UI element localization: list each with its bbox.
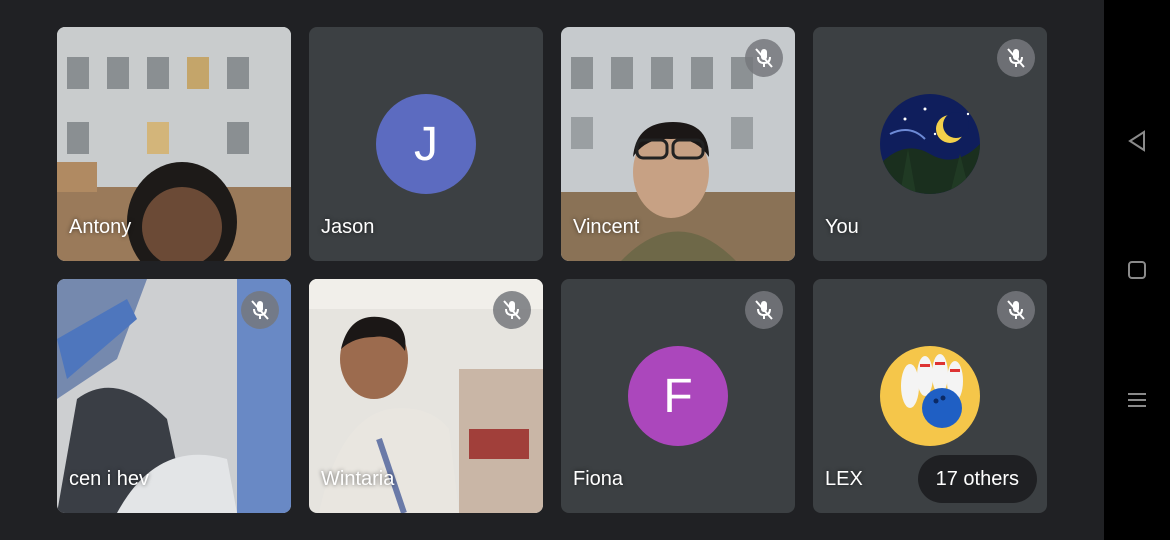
participant-name: Jason (321, 216, 375, 238)
mic-off-icon (745, 39, 783, 77)
mic-off-icon (997, 291, 1035, 329)
navigation-bar (1104, 0, 1170, 540)
participant-name: LEX (825, 468, 863, 490)
home-square-icon[interactable] (1125, 258, 1149, 282)
participant-tile-fiona[interactable]: F Fiona (561, 279, 795, 513)
participant-name: Wintaria (321, 468, 395, 490)
mic-off-icon (997, 39, 1035, 77)
participant-name: You (825, 216, 859, 238)
mic-off-icon (241, 291, 279, 329)
back-triangle-icon[interactable] (1125, 129, 1149, 153)
avatar (880, 346, 980, 446)
mic-off-icon (745, 291, 783, 329)
participant-tile-lex[interactable]: LEX 17 others (813, 279, 1047, 513)
participant-tile-jason[interactable]: J Jason (309, 27, 543, 261)
others-button[interactable]: 17 others (917, 455, 1037, 503)
participant-tile-vincent[interactable]: Vincent (561, 27, 795, 261)
participant-name: Antony (69, 216, 132, 238)
recents-lines-icon[interactable] (1125, 388, 1149, 412)
avatar (880, 94, 980, 194)
participant-name: Fiona (573, 468, 624, 490)
participant-tile-antony[interactable]: Antony (57, 27, 291, 261)
participant-tile-wintaria[interactable]: Wintaria (309, 279, 543, 513)
participant-name: Vincent (573, 216, 640, 238)
avatar: F (628, 346, 728, 446)
mic-off-icon (493, 291, 531, 329)
participant-tile-cen-i-hev[interactable]: cen i hev (57, 279, 291, 513)
participant-tile-you[interactable]: You (813, 27, 1047, 261)
avatar: J (376, 94, 476, 194)
participant-name: cen i hev (69, 468, 150, 490)
